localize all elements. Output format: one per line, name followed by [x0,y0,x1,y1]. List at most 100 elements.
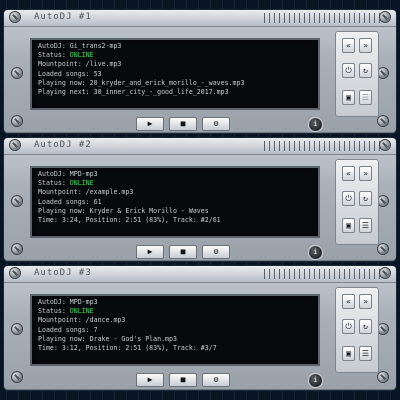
screw-icon [10,140,20,150]
settings-button[interactable]: ⚙ [202,245,230,259]
line-label: AutoDJ: [38,170,66,178]
line-value: 3:24, Position: 2:51 (83%), Track: #2/61 [61,216,221,225]
line-label: Playing now: [38,334,86,343]
playing-now-line: Playing now: 20_kryder_and_erick_morillo… [38,79,318,88]
info-button[interactable]: i [308,373,323,388]
line-value: Gi_trans2-mp3 [69,42,122,50]
screw-icon [12,244,22,254]
screw-icon [380,268,390,278]
screw-icon [378,372,388,382]
next-button[interactable]: » [359,294,372,309]
log-button[interactable]: ☰ [359,90,372,105]
next-button[interactable]: » [359,38,372,53]
side-control-panel: « » ⏻ ↻ ▣ ☰ [335,31,379,117]
next-button[interactable]: » [359,166,372,181]
settings-button[interactable]: ⚙ [202,373,230,387]
mountpoint-line: Mountpoint: /example.mp3 [38,188,318,197]
status-line: Status: ONLINE [38,51,318,60]
power-button[interactable]: ⏻ [342,319,355,334]
status-line: Status: ONLINE [38,307,318,316]
line-label: Time: [38,216,58,225]
line-value: /live.mp3 [85,60,122,69]
screw-icon [10,12,20,22]
loaded-songs-line: Loaded songs: 7 [38,326,318,335]
autodj-line: AutoDJ: MPD-mp3 [38,170,318,179]
autodj-panel-3: AutoDJ #3 AutoDJ: MPD-mp3 Status: ONLINE… [4,266,396,390]
line-value: /dance.mp3 [85,316,126,325]
panel-title: AutoDJ #2 [34,140,92,150]
refresh-button[interactable]: ↻ [359,63,372,78]
line-label: Time: [38,344,58,353]
status-line: Status: ONLINE [38,179,318,188]
playing-now-line: Playing now: Kryder & Erick Morillo - Wa… [38,207,318,216]
settings-button[interactable]: ⚙ [202,117,230,131]
line-label: Mountpoint: [38,316,82,325]
stop-button[interactable]: ■ [169,117,197,131]
stop-button[interactable]: ■ [169,373,197,387]
save-button[interactable]: ▣ [342,218,355,233]
refresh-button[interactable]: ↻ [359,319,372,334]
panel-titlebar: AutoDJ #3 [4,266,396,283]
stop-button[interactable]: ■ [169,245,197,259]
line-value: Kryder & Erick Morillo - Waves [89,206,209,215]
line-label: Playing now: [38,78,86,87]
line-label: Status: [38,51,66,60]
autodj-stage: AutoDJ #1 AutoDJ: Gi_trans2-mp3 Status: … [0,0,400,400]
autodj-line: AutoDJ: Gi_trans2-mp3 [38,42,318,51]
status-screen: AutoDJ: MPD-mp3 Status: ONLINE Mountpoin… [30,294,320,366]
titlebar-grip [264,13,382,23]
status-screen: AutoDJ: Gi_trans2-mp3 Status: ONLINE Mou… [30,38,320,110]
line-label: AutoDJ: [38,298,66,306]
line-value: 20_kryder_and_erick_morillo_-_waves.mp3 [89,78,245,87]
line-value: 3:12, Position: 2:51 (83%), Track: #3/7 [61,344,217,353]
side-control-panel: « » ⏻ ↻ ▣ ☰ [335,287,379,373]
play-button[interactable]: ▶ [136,245,164,259]
play-button[interactable]: ▶ [136,117,164,131]
play-button[interactable]: ▶ [136,373,164,387]
screw-icon [378,68,388,78]
line-label: Mountpoint: [38,60,82,69]
refresh-button[interactable]: ↻ [359,191,372,206]
info-button[interactable]: i [308,245,323,260]
playing-now-line: Playing now: Drake - God's Plan.mp3 [38,335,318,344]
line-value: 61 [93,197,102,206]
playing-next-line: Playing next: 30_inner_city_-_good_life_… [38,88,318,97]
screw-icon [10,268,20,278]
line-label: Loaded songs: [38,69,90,78]
panel-titlebar: AutoDJ #1 [4,10,396,27]
screw-icon [378,244,388,254]
line-value: 7 [93,325,98,334]
mountpoint-line: Mountpoint: /live.mp3 [38,60,318,69]
power-button[interactable]: ⏻ [342,63,355,78]
screw-icon [12,324,22,334]
panel-title: AutoDJ #3 [34,268,92,278]
line-label: Mountpoint: [38,188,82,197]
prev-button[interactable]: « [342,38,355,53]
log-button[interactable]: ☰ [359,218,372,233]
line-value: 53 [93,69,102,78]
log-button[interactable]: ☰ [359,346,372,361]
mountpoint-line: Mountpoint: /dance.mp3 [38,316,318,325]
line-value: MPD-mp3 [69,170,98,178]
power-button[interactable]: ⏻ [342,191,355,206]
save-button[interactable]: ▣ [342,90,355,105]
time-line: Time: 3:12, Position: 2:51 (83%), Track:… [38,344,318,353]
prev-button[interactable]: « [342,294,355,309]
status-online: ONLINE [69,307,94,316]
screw-icon [12,116,22,126]
autodj-line: AutoDJ: MPD-mp3 [38,298,318,307]
autodj-panel-1: AutoDJ #1 AutoDJ: Gi_trans2-mp3 Status: … [4,10,396,133]
line-label: Status: [38,179,66,188]
screw-icon [378,196,388,206]
screw-icon [378,324,388,334]
save-button[interactable]: ▣ [342,346,355,361]
line-label: Loaded songs: [38,325,90,334]
autodj-panel-2: AutoDJ #2 AutoDJ: MPD-mp3 Status: ONLINE… [4,138,396,261]
info-button[interactable]: i [308,117,323,132]
panel-title: AutoDJ #1 [34,12,92,22]
loaded-songs-line: Loaded songs: 53 [38,70,318,79]
loaded-songs-line: Loaded songs: 61 [38,198,318,207]
prev-button[interactable]: « [342,166,355,181]
line-label: Playing next: [38,88,90,97]
side-control-panel: « » ⏻ ↻ ▣ ☰ [335,159,379,245]
